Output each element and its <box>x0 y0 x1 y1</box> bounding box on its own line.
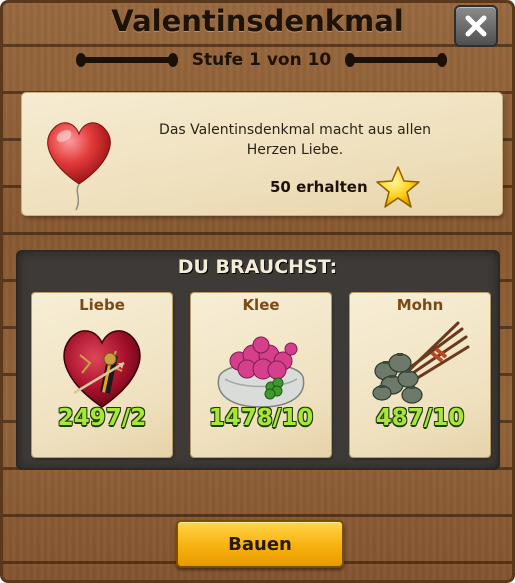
requirement-count: 2497/2 <box>57 405 147 431</box>
reward-text: 50 erhalten <box>270 178 368 196</box>
clover-sack-icon <box>217 336 305 408</box>
level-subtitle: Stufe 1 von 10 <box>191 50 332 70</box>
requirement-card-klee[interactable]: Klee 1478/10 <box>191 293 331 457</box>
star-icon <box>375 166 420 208</box>
requirement-label: Liebe <box>79 296 125 314</box>
build-button[interactable]: Bauen <box>176 520 344 568</box>
love-heart-icon <box>63 330 141 408</box>
requirement-label: Mohn <box>396 296 444 314</box>
requirement-count: 487/10 <box>375 405 465 431</box>
monument-dialog: Valentinsdenkmal Stufe 1 von 10 Das Vale… <box>0 0 515 583</box>
reward-row: 50 erhalten <box>270 164 422 210</box>
poppy-bundle-icon <box>372 321 470 404</box>
requirement-count: 1478/10 <box>208 405 314 431</box>
close-x-icon <box>465 15 487 37</box>
heart-balloon-icon <box>47 122 111 211</box>
requirement-label: Klee <box>242 296 280 314</box>
dialog-title: Valentinsdenkmal <box>111 4 404 38</box>
bone-divider-left <box>76 53 178 67</box>
bone-divider-right <box>345 53 447 67</box>
monument-description: Das Valentinsdenkmal macht aus allen Her… <box>159 122 431 158</box>
requirement-card-liebe[interactable]: Liebe 2497/2 <box>32 293 172 457</box>
subtitle-row: Stufe 1 von 10 <box>76 48 447 72</box>
requirement-card-mohn[interactable]: Mohn 487/10 <box>350 293 490 457</box>
requirements-title: DU BRAUCHST: <box>177 256 338 278</box>
close-button[interactable] <box>454 5 498 47</box>
